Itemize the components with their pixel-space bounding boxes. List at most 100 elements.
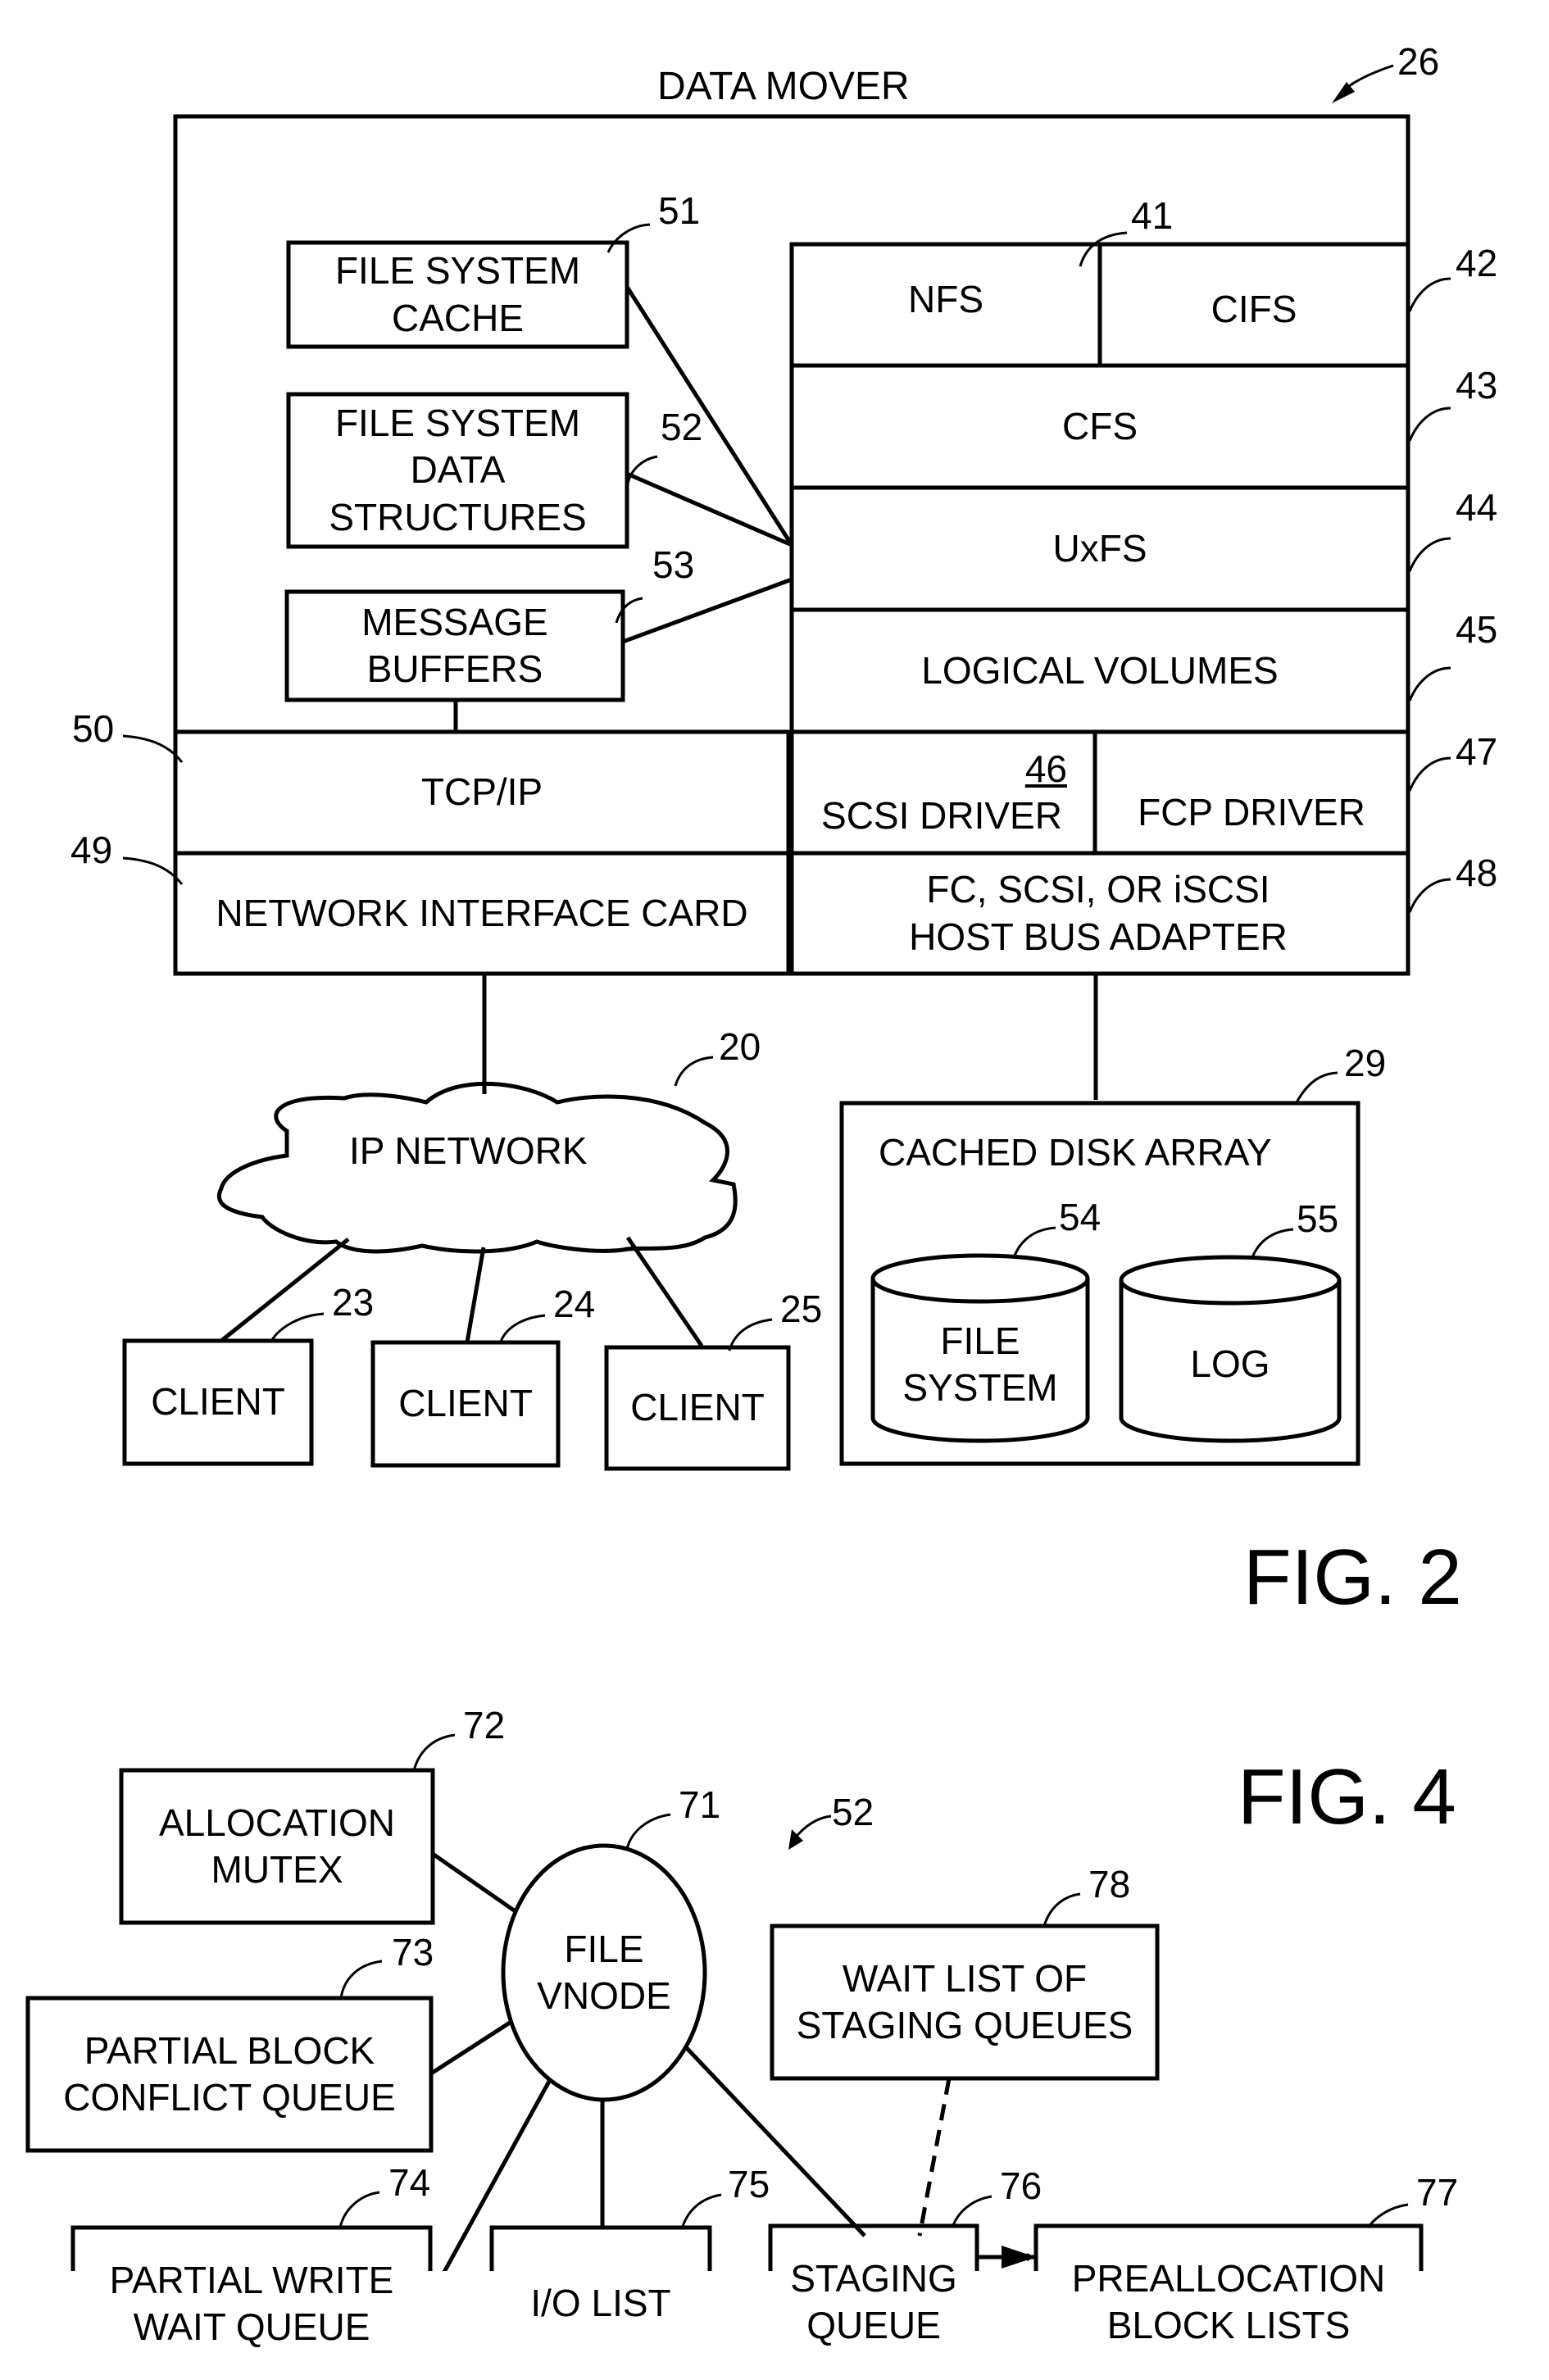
tcpip-label: TCP/IP (420, 770, 543, 814)
ref-49: 49 (70, 829, 113, 871)
nfs-label: NFS (908, 278, 983, 321)
fs-ds-line1: FILE SYSTEM (334, 401, 581, 444)
msgbuf-line2: BUFFERS (366, 647, 543, 690)
cached-disk-array-label: CACHED DISK ARRAY (879, 1131, 1272, 1174)
file-system-line1: FILE (940, 1319, 1020, 1362)
hba-label-line1: FC, SCSI, OR iSCSI (926, 868, 1270, 911)
ref-54: 54 (1059, 1196, 1102, 1238)
leader-20 (674, 1056, 714, 1087)
cache-to-uxfs-link (625, 285, 794, 547)
ref-75: 75 (728, 2163, 770, 2205)
leader-54 (1013, 1226, 1056, 1256)
leader-29 (1295, 1071, 1338, 1103)
ref-26: 26 (1397, 40, 1440, 83)
data-mover-title: DATA MOVER (657, 65, 910, 108)
ip-network-label: IP NETWORK (349, 1129, 588, 1172)
leader-44 (1408, 537, 1451, 572)
leader-73 (339, 1960, 383, 1999)
nic-label: NETWORK INTERFACE CARD (216, 891, 748, 934)
ref-44: 44 (1456, 486, 1498, 529)
allocation-mutex: ALLOCATION MUTEX (121, 1770, 433, 1923)
staging-queue-line1: STAGING (790, 2256, 957, 2300)
fcp-driver-label: FCP DRIVER (1138, 791, 1365, 834)
pwwq-line2: WAIT QUEUE (133, 2305, 370, 2348)
leader-24 (498, 1314, 546, 1345)
client-25-label: CLIENT (630, 1386, 765, 1429)
io-list: I/O LIST (492, 2228, 710, 2380)
nfs-layer: NFS (792, 244, 1100, 366)
leader-group-52 (792, 1815, 832, 1841)
network-to-client-25-link (625, 1236, 704, 1347)
cfs-label: CFS (1062, 404, 1138, 447)
ref-41: 41 (1131, 194, 1174, 237)
pwwq-line1: PARTIAL WRITE (109, 2258, 394, 2301)
leader-75 (680, 2193, 722, 2230)
ref-25: 25 (780, 1288, 823, 1330)
prealloc-line1: PREALLOCATION (1071, 2256, 1386, 2300)
ref-77: 77 (1416, 2171, 1459, 2214)
ref-48: 48 (1456, 852, 1498, 894)
leader-74 (338, 2191, 380, 2228)
ref-55: 55 (1297, 1197, 1339, 1240)
wait-list-to-staging-queue-link (917, 2078, 952, 2237)
arrow-1-head (1002, 2246, 1036, 2269)
fig-2-label: FIG. 2 (1243, 1533, 1462, 1621)
hba-label-line2: HOST BUS ADAPTER (909, 915, 1288, 958)
wait-list-of-staging-queues: WAIT LIST OF STAGING QUEUES (772, 1926, 1157, 2078)
ref-20: 20 (719, 1025, 761, 1068)
fs-cache-line2: CACHE (391, 296, 525, 339)
fs-cache-line1: FILE SYSTEM (334, 249, 581, 292)
fs-ds-line2: DATA (410, 448, 506, 492)
io-list-label: I/O LIST (530, 2282, 671, 2325)
leader-47 (1408, 756, 1451, 792)
fcp-driver-layer: FCP DRIVER (1095, 732, 1408, 853)
log-label: LOG (1190, 1342, 1270, 1386)
ref-group-52: 52 (832, 1791, 874, 1833)
staging-queue: STAGING QUEUE (770, 2226, 977, 2378)
file-system-line2: SYSTEM (902, 1366, 1058, 1409)
ref-46: 46 (1024, 747, 1067, 790)
client-23-label: CLIENT (151, 1380, 285, 1424)
file-system-disk: FILE SYSTEM (873, 1303, 1088, 1426)
ref-23: 23 (332, 1281, 375, 1324)
logical-volumes-layer: LOGICAL VOLUMES (792, 610, 1408, 732)
client-24-label: CLIENT (398, 1382, 533, 1425)
partial-block-conflict-queue: PARTIAL BLOCK CONFLICT QUEUE (28, 1998, 431, 2151)
staging-queue-line2: QUEUE (806, 2304, 941, 2346)
fs-cache: FILE SYSTEM CACHE (288, 243, 627, 347)
leader-45 (1408, 666, 1451, 702)
msgbuf-line1: MESSAGE (361, 600, 548, 643)
cfs-layer: CFS (792, 366, 1408, 488)
leader-50 (122, 734, 184, 763)
allocation-mutex-line1: ALLOCATION (159, 1801, 395, 1844)
ref-45: 45 (1456, 608, 1498, 651)
ref-53: 53 (652, 543, 695, 586)
leader-71 (625, 1813, 671, 1850)
uxfs-layer: UxFS (792, 488, 1408, 610)
leader-42 (1408, 277, 1451, 312)
hba-layer: FC, SCSI, OR iSCSI HOST BUS ADAPTER (788, 853, 1408, 974)
allocation-mutex-line2: MUTEX (211, 1848, 343, 1891)
preallocation-block-lists: PREALLOCATION BLOCK LISTS (1036, 2226, 1421, 2378)
tcpip-layer: TCP/IP (175, 732, 788, 853)
fig-4-label: FIG. 4 (1238, 1753, 1456, 1841)
leader-43 (1408, 407, 1451, 442)
wait-list-line2: STAGING QUEUES (796, 2004, 1133, 2046)
network-to-client-24-link (465, 1247, 486, 1343)
prealloc-line2: BLOCK LISTS (1106, 2304, 1351, 2346)
scsi-driver-layer: 46 SCSI DRIVER (788, 732, 1095, 853)
cifs-label: CIFS (1211, 288, 1297, 331)
vnode-line1: FILE (564, 1927, 644, 1970)
msgbuf-to-uxfs-link (622, 577, 793, 644)
ref-24: 24 (553, 1283, 596, 1325)
pbcq-line2: CONFLICT QUEUE (63, 2076, 396, 2119)
ref-47: 47 (1456, 730, 1498, 773)
leader-55 (1251, 1228, 1294, 1258)
leader-23 (269, 1312, 325, 1343)
ref-71: 71 (679, 1783, 721, 1826)
ref-52: 52 (661, 406, 703, 448)
cifs-layer: CIFS (1100, 244, 1408, 366)
leader-78 (1043, 1892, 1081, 1927)
client-23: CLIENT (125, 1341, 311, 1464)
leader-76 (951, 2195, 993, 2228)
